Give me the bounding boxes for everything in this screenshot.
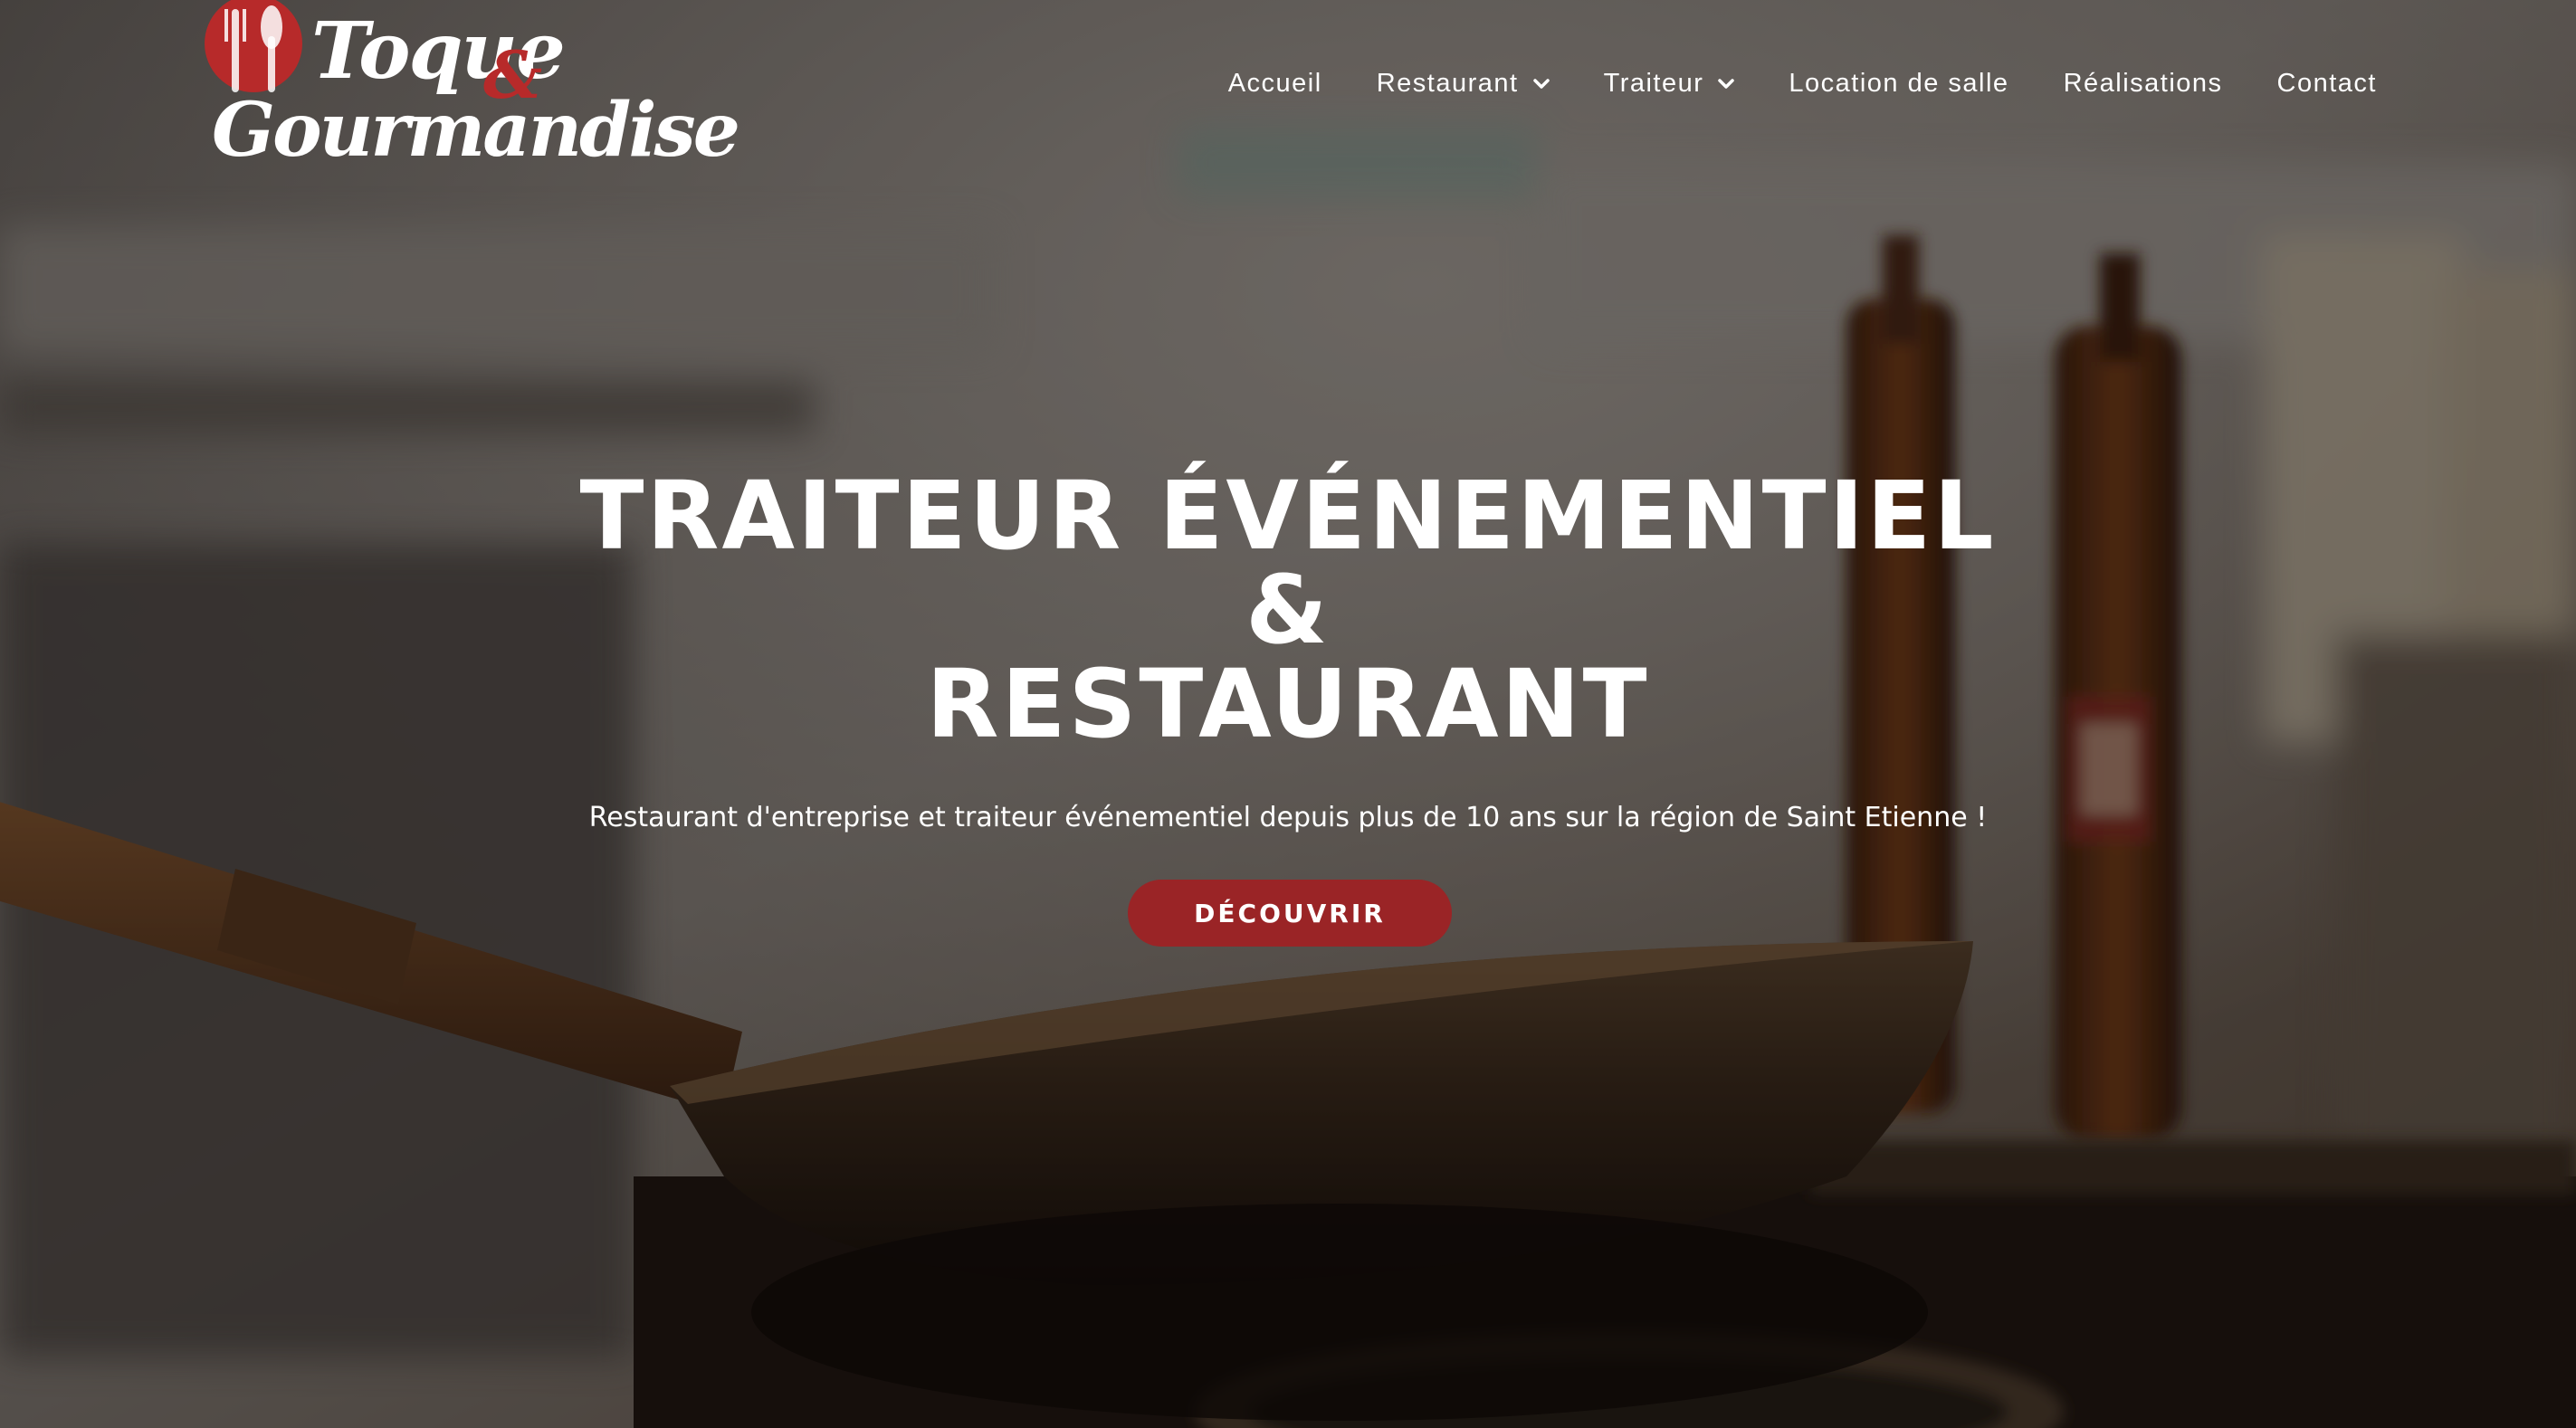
hero-title-ampersand: & <box>1245 555 1331 665</box>
brand-logo[interactable]: Toque & Gourmandise <box>201 0 740 208</box>
nav-item-realisations[interactable]: Réalisations <box>2064 69 2223 99</box>
hero-title: TRAITEUR ÉVÉNEMENTIEL & RESTAURANT <box>0 469 2576 751</box>
main-navigation: Accueil Restaurant Traiteur Location de … <box>1228 69 2377 99</box>
nav-item-accueil[interactable]: Accueil <box>1228 69 1322 99</box>
hero-subtitle: Restaurant d'entreprise et traiteur évén… <box>588 802 1988 833</box>
nav-item-contact[interactable]: Contact <box>2277 69 2377 99</box>
hero-title-line3: RESTAURANT <box>926 649 1650 759</box>
nav-item-label: Location de salle <box>1789 69 2009 98</box>
cutlery-emblem-icon <box>205 0 302 92</box>
decouvrir-button[interactable]: DÉCOUVRIR <box>1128 880 1452 947</box>
chevron-down-icon <box>1532 78 1550 89</box>
nav-item-label: Traiteur <box>1603 69 1704 98</box>
nav-item-traiteur[interactable]: Traiteur <box>1604 69 1735 99</box>
nav-item-label: Réalisations <box>2063 69 2223 98</box>
hero-section: Toque & Gourmandise Accueil Restaurant T… <box>0 0 2576 1428</box>
nav-item-label: Restaurant <box>1376 69 1519 98</box>
logo-text-line2: Gourmandise <box>212 87 740 174</box>
nav-item-restaurant[interactable]: Restaurant <box>1377 69 1550 99</box>
nav-item-label: Contact <box>2276 69 2377 98</box>
nav-item-label: Accueil <box>1227 69 1322 98</box>
chevron-down-icon <box>1718 78 1735 89</box>
hero-title-line1: TRAITEUR ÉVÉNEMENTIEL <box>579 461 1997 571</box>
nav-item-location-de-salle[interactable]: Location de salle <box>1789 69 2008 99</box>
